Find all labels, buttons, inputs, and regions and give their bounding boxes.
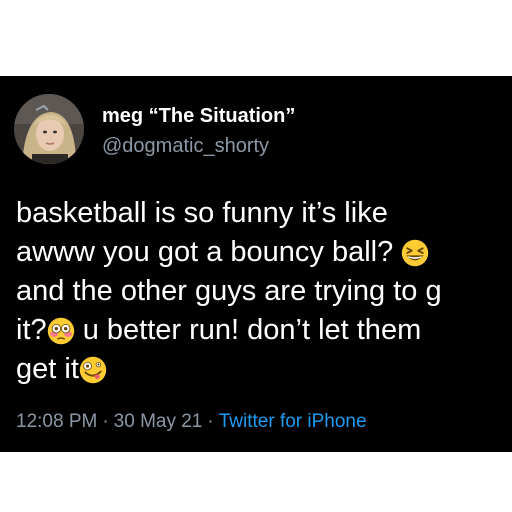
tweet-date[interactable]: 30 May 21: [114, 411, 203, 432]
tweet-meta: 12:08 PM · 30 May 21 · Twitter for iPhone: [16, 410, 367, 434]
tweet-line-text: it?: [16, 314, 47, 346]
grinning-squinting-face-icon: [402, 239, 429, 267]
tweet-source-link[interactable]: Twitter for iPhone: [219, 411, 367, 432]
tweet-line: it? u better run! don’t let them: [16, 311, 512, 350]
tweet-line-text: and the other guys are trying to g: [16, 275, 442, 307]
avatar-photo-icon: [14, 94, 84, 164]
meta-separator: ·: [102, 411, 109, 432]
avatar[interactable]: [14, 94, 84, 164]
user-names: meg “The Situation” @dogmatic_shorty: [102, 104, 295, 159]
display-name[interactable]: meg “The Situation”: [102, 104, 295, 128]
tweet-text: basketball is so funny it’s like awww yo…: [16, 194, 512, 389]
tweet-line: and the other guys are trying to g: [16, 272, 512, 311]
tweet-line-text: basketball is so funny it’s like: [16, 197, 388, 229]
meta-separator: ·: [207, 411, 214, 432]
tweet-card: meg “The Situation” @dogmatic_shorty bas…: [0, 76, 512, 452]
tweet-line: awww you got a bouncy ball?: [16, 233, 512, 272]
tweet-line-text: awww you got a bouncy ball?: [16, 236, 402, 268]
flushed-face-icon: [47, 317, 74, 345]
tweet-header: meg “The Situation” @dogmatic_shorty: [14, 94, 504, 164]
tweet-time[interactable]: 12:08 PM: [16, 411, 97, 432]
user-handle[interactable]: @dogmatic_shorty: [102, 133, 295, 159]
tweet-line: get it: [16, 350, 512, 389]
tweet-line-text: u better run! don’t let them: [74, 314, 422, 346]
tweet-line: basketball is so funny it’s like: [16, 194, 512, 233]
tweet-line-text: get it: [16, 353, 79, 385]
zany-face-icon: [79, 356, 107, 384]
